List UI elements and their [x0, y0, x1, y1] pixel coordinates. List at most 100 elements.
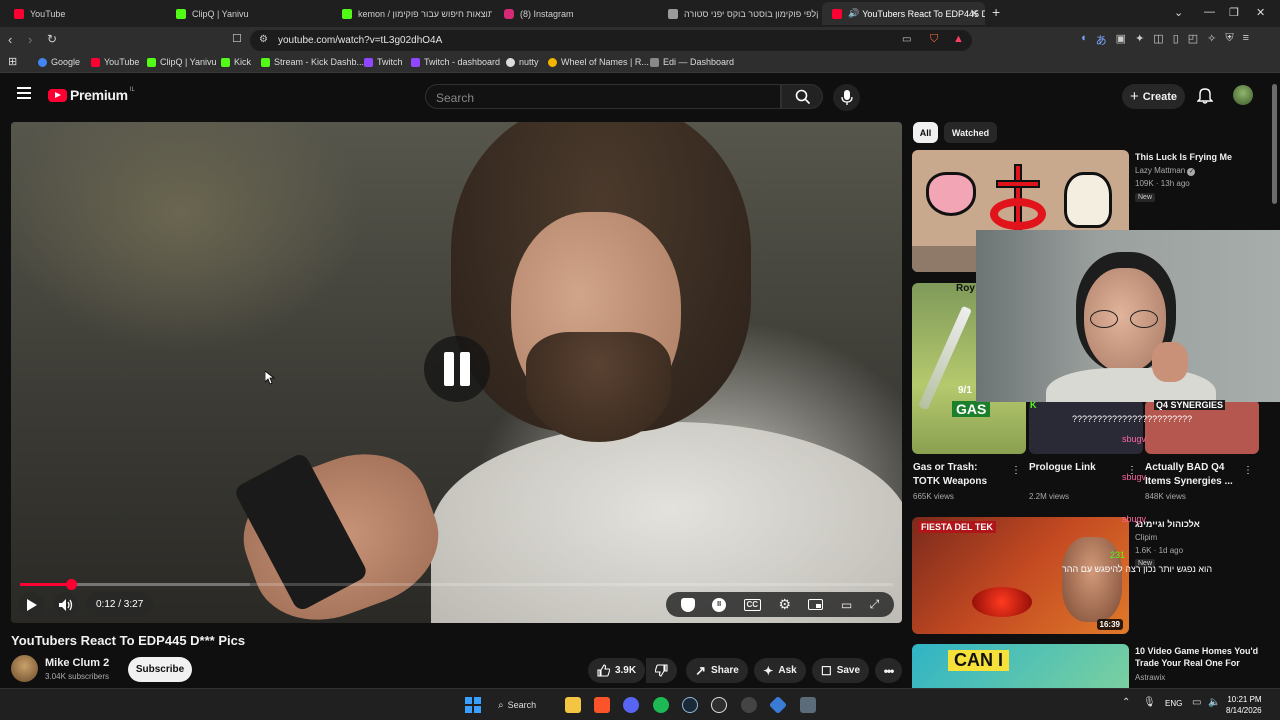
page-scrollbar[interactable] — [1272, 84, 1277, 204]
rec-title[interactable]: 10 Video Game Homes You'd Trade Your Rea… — [1135, 645, 1275, 669]
search-button[interactable] — [781, 84, 823, 109]
system-clock[interactable]: 10:21 PM 8/14/2026 — [1226, 694, 1262, 716]
windows-start-icon[interactable] — [465, 697, 481, 713]
discord-icon[interactable] — [623, 697, 639, 713]
apps-grid-icon[interactable]: ⊞ — [8, 55, 17, 68]
rec-channel[interactable]: Clipim — [1135, 533, 1157, 542]
rec-title[interactable]: אלכוהול וגיימינג — [1135, 518, 1275, 530]
bookmark-clipq[interactable]: ClipQ | Yanivu — [147, 57, 217, 67]
speaker-tray-icon[interactable]: 🔈 — [1208, 697, 1220, 708]
youtube-premium-logo[interactable]: Premium IL — [48, 87, 135, 103]
site-info-icon[interactable]: ⚙ — [259, 34, 268, 45]
play-button[interactable] — [19, 592, 44, 617]
wallet-icon[interactable]: ◰ — [1188, 32, 1198, 48]
volume-button[interactable] — [53, 592, 78, 617]
bookmark-edi[interactable]: Edi — Dashboard — [650, 57, 734, 67]
progress-buffer[interactable] — [250, 583, 893, 586]
bookmark-nutty[interactable]: nutty — [506, 57, 539, 67]
ask-button[interactable]: ✦ Ask — [754, 658, 806, 683]
extension-icon[interactable]: ◖ — [1080, 32, 1087, 48]
bookmark-youtube[interactable]: YouTube — [91, 57, 139, 67]
cast-icon[interactable]: ▭ — [841, 598, 852, 612]
bookmark-google[interactable]: Google — [38, 57, 80, 67]
rec-title[interactable]: This Luck Is Frying Me — [1135, 151, 1275, 163]
pause-overlay-icon[interactable] — [424, 336, 490, 402]
forward-icon[interactable]: › — [28, 32, 32, 47]
more-actions-button[interactable]: ••• — [875, 658, 902, 683]
short-thumbnail[interactable] — [1029, 400, 1143, 454]
menu-icon[interactable]: ≡ — [1243, 32, 1249, 48]
network-icon[interactable]: ▭ — [1192, 697, 1201, 708]
brave-browser-icon[interactable] — [594, 697, 610, 713]
more-options-icon[interactable]: ⋮ — [1127, 465, 1137, 476]
language-indicator[interactable]: ENG — [1165, 699, 1182, 708]
account-avatar[interactable] — [1233, 85, 1253, 105]
tab-pokemon-cards[interactable]: קלפי פוקימון בוסטר בוקס יפני סטורה — [658, 2, 818, 25]
close-tab-icon[interactable]: ✕ — [970, 7, 979, 20]
bookmark-twitch-dashboard[interactable]: Twitch - dashboard — [411, 57, 500, 67]
app-icon[interactable] — [741, 697, 757, 713]
brave-rewards-icon[interactable]: ▲ — [953, 33, 964, 45]
microphone-tray-icon[interactable]: 🎙 — [1143, 697, 1156, 708]
dislike-button[interactable] — [646, 658, 677, 683]
extension-icon[interactable]: ▣ — [1116, 32, 1126, 48]
bookmark-kick-dashboard[interactable]: Stream - Kick Dashb... — [261, 57, 364, 67]
more-options-icon[interactable]: ⋮ — [1243, 465, 1253, 476]
like-button[interactable]: 3.9K — [588, 658, 645, 683]
puzzle-icon[interactable]: ✦ — [1135, 32, 1144, 48]
save-button[interactable]: ☐ Save — [812, 658, 869, 683]
close-window-icon[interactable]: ✕ — [1256, 6, 1265, 19]
video-player[interactable]: 0:12 / 3:27 II CC ⚙ ▭ ⤢ — [11, 122, 902, 623]
more-options-icon[interactable]: ⋮ — [1011, 465, 1021, 476]
bookmark-icon[interactable]: ☐ — [232, 32, 242, 45]
tab-youtube[interactable]: YouTube — [4, 2, 164, 25]
back-icon[interactable]: ‹ — [8, 32, 12, 47]
spotify-icon[interactable] — [653, 697, 669, 713]
brave-shield-icon[interactable]: ⛉ — [930, 33, 938, 46]
short-title[interactable]: Gas or Trash: TOTK Weapons — [913, 461, 1003, 489]
calculator-icon[interactable] — [800, 697, 816, 713]
settings-gear-icon[interactable]: ⚙ — [778, 596, 791, 613]
sponsorblock-icon[interactable] — [680, 597, 695, 612]
chip-all[interactable]: All — [913, 122, 938, 143]
short-thumbnail[interactable] — [1145, 400, 1259, 454]
obs-icon[interactable] — [711, 697, 727, 713]
tab-current-video[interactable]: 🔊 YouTubers React To EDP445 D ✕ — [822, 2, 985, 25]
fullscreen-icon[interactable]: ⤢ — [870, 597, 880, 612]
progress-bar[interactable] — [20, 579, 250, 590]
autoplay-toggle-icon[interactable]: II — [712, 597, 727, 612]
tab-instagram[interactable]: (8) Instagram — [494, 2, 654, 25]
reload-icon[interactable]: ↻ — [47, 32, 57, 46]
maximize-icon[interactable]: ❐ — [1229, 6, 1239, 19]
install-app-icon[interactable]: ▭ — [902, 34, 911, 45]
rec-channel[interactable]: Lazy Mattman ✓ — [1135, 166, 1196, 176]
voice-search-button[interactable] — [833, 84, 860, 111]
app-icon[interactable] — [768, 695, 788, 715]
rec-thumbnail[interactable]: CAN I — [912, 644, 1129, 688]
steam-icon[interactable] — [682, 697, 698, 713]
subscribe-button[interactable]: Subscribe — [128, 657, 192, 682]
rec-channel[interactable]: Astrawix — [1135, 673, 1165, 682]
progress-scrubber[interactable] — [66, 579, 77, 590]
bookmark-twitch[interactable]: Twitch — [364, 57, 403, 67]
chip-watched[interactable]: Watched — [944, 122, 997, 143]
bookmark-wheel-of-names[interactable]: Wheel of Names | R... — [548, 57, 649, 67]
taskbar-search[interactable]: ⌕ Search — [498, 696, 536, 714]
tab-clipq[interactable]: ClipQ | Yanivu — [166, 2, 330, 25]
ai-icon[interactable]: ✧ — [1207, 32, 1216, 48]
miniplayer-icon[interactable] — [808, 599, 824, 610]
file-explorer-icon[interactable] — [565, 697, 581, 713]
short-title[interactable]: Prologue Link — [1029, 461, 1124, 475]
extension-icon[interactable]: ◫ — [1153, 32, 1163, 48]
vpn-icon[interactable]: ⛨ — [1225, 32, 1233, 48]
translate-icon[interactable]: あ — [1096, 32, 1107, 48]
tab-pokemon-search[interactable]: ‎kemon / תוצאות חיפוש עבור פוקימון — [332, 2, 492, 25]
tray-chevron-icon[interactable]: ⌃ — [1122, 697, 1130, 708]
search-input[interactable]: Search — [425, 84, 781, 109]
create-button[interactable]: + Create — [1122, 84, 1185, 109]
notifications-bell-icon[interactable] — [1197, 87, 1213, 104]
share-button[interactable]: ↗ Share — [686, 658, 748, 683]
channel-avatar[interactable] — [11, 655, 38, 682]
chevron-down-icon[interactable]: ⌄ — [1174, 6, 1183, 19]
captions-icon[interactable]: CC — [743, 598, 762, 611]
